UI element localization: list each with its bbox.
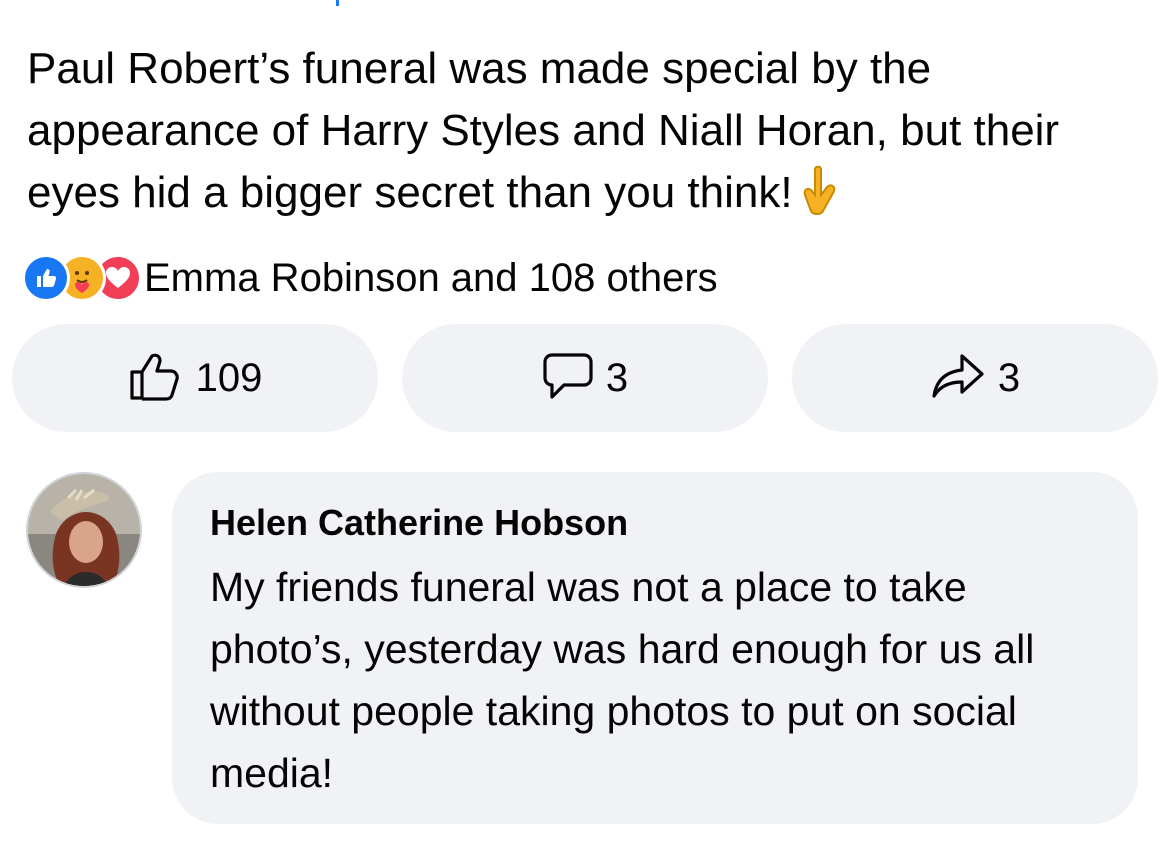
like-button[interactable]: 109: [12, 324, 378, 432]
share-count: 3: [997, 355, 1021, 400]
comment-author-name[interactable]: Helen Catherine Hobson: [210, 502, 628, 544]
reaction-names[interactable]: Emma Robinson and 108 others: [144, 256, 718, 301]
pointing-down-emoji-icon: [801, 165, 841, 234]
post-text: Paul Robert’s funeral was made special b…: [27, 38, 1127, 234]
comment-bubble: Helen Catherine Hobson My friends funera…: [172, 472, 1138, 824]
comment-bubble-icon: [542, 351, 594, 406]
post-text-content: Paul Robert’s funeral was made special b…: [27, 44, 1060, 217]
top-edge-marker: [336, 0, 339, 6]
comment-button[interactable]: 3: [402, 324, 768, 432]
comment-text: My friends funeral was not a place to ta…: [210, 564, 1035, 796]
share-arrow-icon: [930, 352, 986, 405]
commenter-avatar[interactable]: [26, 472, 142, 588]
comment-count: 3: [605, 355, 629, 400]
thumbs-up-icon: [128, 350, 184, 407]
like-count: 109: [195, 355, 263, 400]
like-icon: [22, 254, 70, 302]
share-button[interactable]: 3: [792, 324, 1158, 432]
reactions-summary[interactable]: Emma Robinson and 108 others: [22, 252, 718, 304]
